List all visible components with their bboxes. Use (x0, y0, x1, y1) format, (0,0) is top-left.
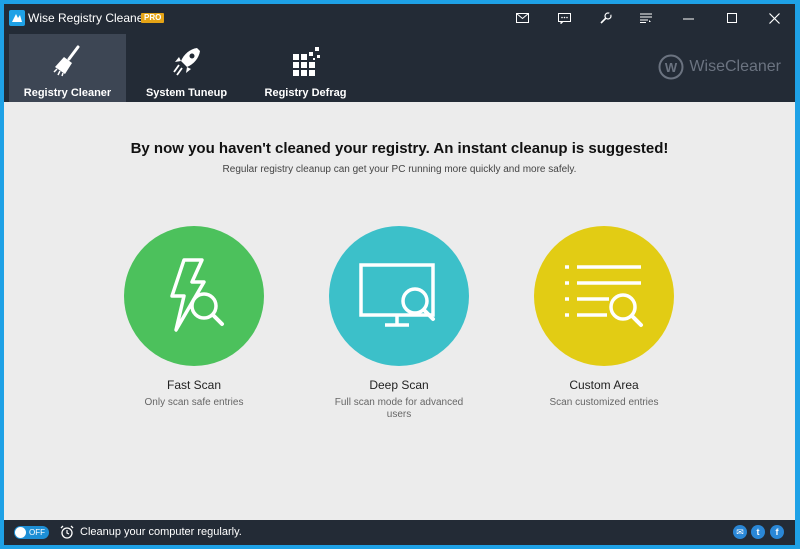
main-panel: By now you haven't cleaned your registry… (4, 102, 795, 520)
brand-name: WiseCleaner (689, 58, 781, 75)
settings-icon[interactable] (595, 8, 617, 28)
list-search-icon (565, 265, 643, 327)
minimize-icon[interactable] (677, 8, 699, 28)
tab-system-tuneup[interactable]: System Tuneup (128, 34, 245, 102)
schedule-toggle[interactable]: OFF (14, 526, 49, 539)
custom-area-option[interactable]: Custom Area Scan customized entries (524, 226, 684, 409)
logo-letter: W (665, 60, 678, 75)
custom-area-button[interactable] (534, 226, 674, 366)
feedback-icon[interactable] (553, 8, 575, 28)
app-title: Wise Registry Cleaner X (28, 11, 159, 25)
page-subline: Regular registry cleanup can get your PC… (222, 164, 577, 175)
tab-label: Registry Cleaner (23, 87, 112, 99)
title-bar[interactable]: Wise Registry Cleaner X PRO (4, 4, 795, 32)
facebook-icon[interactable]: f (770, 525, 784, 539)
fast-scan-option[interactable]: Fast Scan Only scan safe entries (114, 226, 274, 409)
custom-area-desc: Scan customized entries (549, 397, 659, 408)
tab-registry-cleaner[interactable]: Registry Cleaner (9, 34, 126, 102)
defrag-icon (289, 44, 323, 83)
broom-icon (51, 44, 85, 83)
status-bar: OFF Cleanup your computer regularly. ✉ t… (4, 520, 795, 545)
menu-icon[interactable] (635, 8, 657, 28)
alarm-clock-icon (60, 525, 74, 544)
fast-scan-title: Fast Scan (166, 378, 222, 392)
tab-registry-defrag[interactable]: Registry Defrag (247, 34, 364, 102)
tab-label: System Tuneup (145, 87, 228, 99)
tab-label: Registry Defrag (264, 87, 347, 99)
status-message: Cleanup your computer regularly. (80, 526, 242, 538)
pro-badge: PRO (141, 13, 165, 23)
toggle-knob (15, 527, 26, 538)
app-window: Wise Registry Cleaner X PRO Registry Cle… (4, 4, 795, 545)
monitor-search-icon (359, 263, 435, 327)
page-headline: By now you haven't cleaned your registry… (130, 140, 669, 157)
close-icon[interactable] (763, 8, 785, 28)
tab-bar: Registry Cleaner System Tuneup Registry … (4, 32, 795, 102)
custom-area-title: Custom Area (569, 378, 639, 392)
maximize-icon[interactable] (721, 8, 743, 28)
app-logo-icon (9, 10, 25, 26)
email-icon[interactable]: ✉ (733, 525, 747, 539)
deep-scan-desc: Full scan mode for advanced users (334, 397, 464, 420)
rocket-icon (170, 44, 204, 83)
twitter-icon[interactable]: t (751, 525, 765, 539)
fast-scan-button[interactable] (124, 226, 264, 366)
deep-scan-option[interactable]: Deep Scan Full scan mode for advanced us… (319, 226, 479, 421)
deep-scan-title: Deep Scan (369, 378, 429, 392)
brand-logo: W WiseCleaner (658, 54, 781, 80)
toggle-label: OFF (29, 528, 45, 537)
lightning-search-icon (170, 258, 224, 332)
deep-scan-button[interactable] (329, 226, 469, 366)
wisecleaner-logo-icon: W (658, 54, 684, 80)
fast-scan-desc: Only scan safe entries (144, 397, 244, 408)
mail-icon[interactable] (511, 8, 533, 28)
